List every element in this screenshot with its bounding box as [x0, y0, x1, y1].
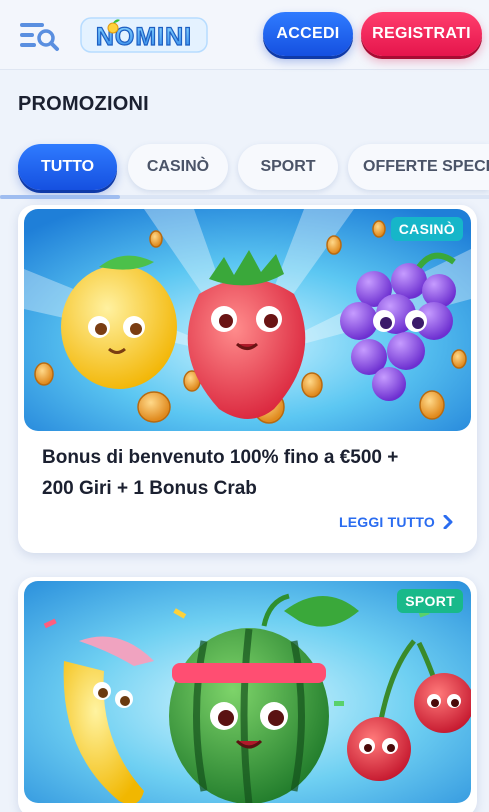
- read-more-label: LEGGI TUTTO: [338, 514, 435, 530]
- tab-casino[interactable]: CASINÒ: [128, 144, 228, 190]
- promo-title: Bonus di benvenuto 100% fino a €500 + 20…: [42, 447, 399, 499]
- promo-card-welcome[interactable]: CASINÒ Bonus di benvenuto 100% fino a €5…: [18, 205, 477, 553]
- tab-sport[interactable]: SPORT: [238, 144, 338, 190]
- tabs-scrollbar[interactable]: [0, 195, 489, 199]
- category-badge-casino: CASINÒ: [390, 217, 463, 241]
- header: NOMINI ACCEDI REGISTRATI: [0, 0, 489, 70]
- tab-all[interactable]: TUTTO: [18, 144, 117, 190]
- nomini-logo[interactable]: NOMINI: [80, 14, 208, 56]
- promo-filter-tabs: TUTTO CASINÒ SPORT OFFERTE SPECIALI: [0, 141, 489, 193]
- category-badge-sport: SPORT: [397, 589, 463, 613]
- menu-search-icon[interactable]: [18, 18, 60, 52]
- promo-image-sport[interactable]: SPORT: [24, 581, 471, 803]
- fruit-trio-illustration: [24, 209, 471, 431]
- tab-special-offers[interactable]: OFFERTE SPECIALI: [348, 144, 489, 190]
- read-more-link[interactable]: LEGGI TUTTO: [339, 514, 453, 530]
- promo-card-sport[interactable]: SPORT: [18, 577, 477, 812]
- sport-fruits-illustration: [24, 581, 471, 803]
- promo-image-casino[interactable]: CASINÒ: [24, 209, 471, 431]
- login-button[interactable]: ACCEDI: [263, 12, 353, 56]
- tabs-scrollbar-thumb[interactable]: [0, 195, 120, 199]
- page-title: PROMOZIONI: [18, 93, 149, 115]
- register-button[interactable]: REGISTRATI: [361, 12, 482, 56]
- chevron-right-icon: [443, 515, 453, 529]
